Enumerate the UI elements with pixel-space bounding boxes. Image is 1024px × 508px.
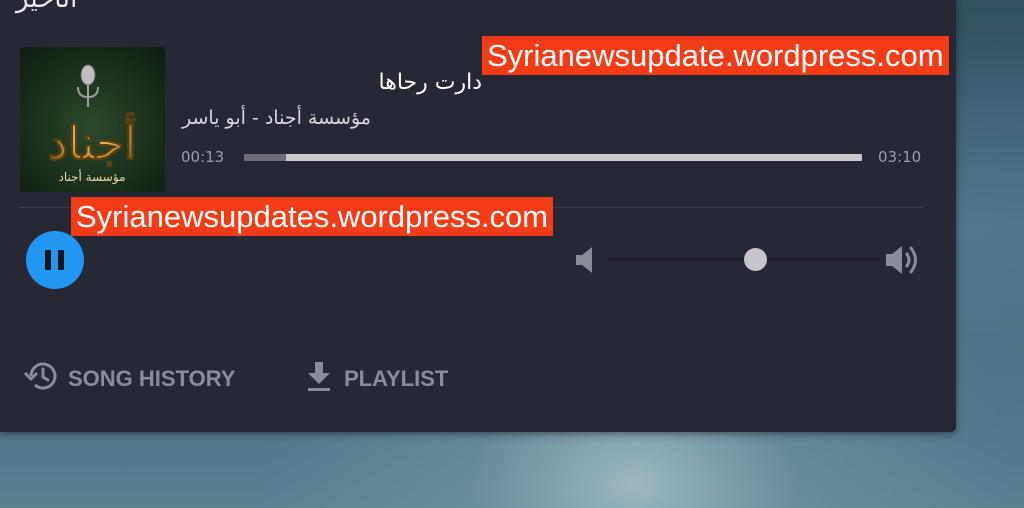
seek-bar-fill xyxy=(244,154,287,161)
playlist-button[interactable]: PLAYLIST xyxy=(304,360,449,398)
total-time: 03:10 xyxy=(878,148,922,166)
album-caption: مؤسسة أجناد xyxy=(58,169,125,185)
elapsed-time: 00:13 xyxy=(181,148,225,166)
playlist-label: PLAYLIST xyxy=(344,366,449,391)
watermark-middle: Syrianewsupdates.wordpress.com xyxy=(71,197,554,236)
panel-header-fragment: الأخير xyxy=(16,0,77,14)
history-icon xyxy=(22,360,58,398)
track-title: دارت رحاها xyxy=(378,70,482,95)
volume-slider-knob[interactable] xyxy=(743,248,767,271)
seek-bar[interactable] xyxy=(244,154,862,161)
volume-low-icon[interactable] xyxy=(574,245,596,279)
pause-button[interactable] xyxy=(26,231,84,289)
volume-high-icon[interactable] xyxy=(884,243,924,281)
download-icon xyxy=(304,360,334,398)
microphone-icon xyxy=(77,64,99,107)
song-history-label: SONG HISTORY xyxy=(68,366,236,391)
watermark-top: Syrianewsupdate.wordpress.com xyxy=(482,36,949,75)
album-art: أجناد مؤسسة أجناد xyxy=(20,47,165,192)
track-artist: مؤسسة أجناد - أبو ياسر xyxy=(182,107,371,129)
song-history-button[interactable]: SONG HISTORY xyxy=(22,360,236,398)
album-logo-text: أجناد xyxy=(47,112,137,170)
